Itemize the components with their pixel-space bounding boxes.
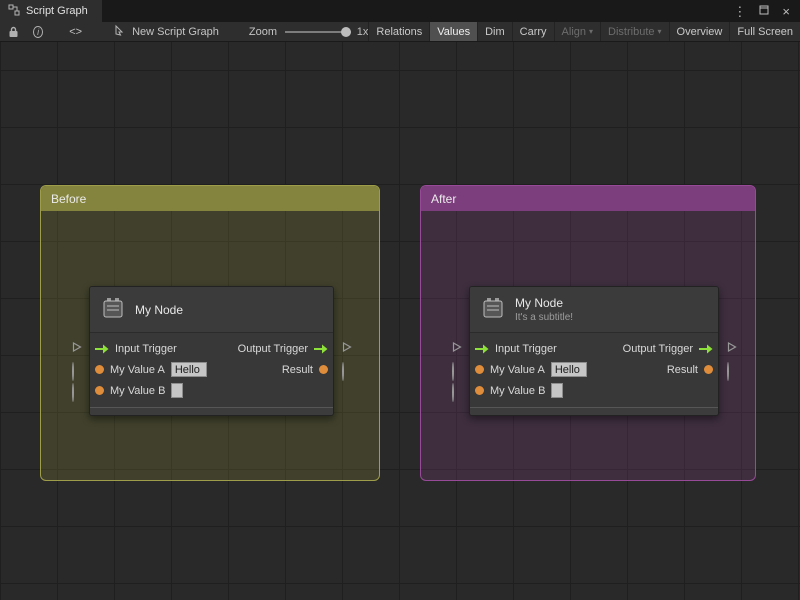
group-title: Before [51, 191, 87, 206]
tab-script-graph[interactable]: Script Graph [0, 0, 102, 22]
result-label: Result [281, 363, 313, 376]
input-trigger-port-icon[interactable] [95, 344, 109, 354]
value-b-label: My Value B [110, 384, 166, 397]
external-value-a-port[interactable] [72, 362, 82, 381]
external-result-port[interactable] [342, 362, 352, 381]
relations-button[interactable]: Relations [368, 22, 429, 41]
output-trigger-port-icon[interactable] [699, 344, 713, 354]
zoom-slider-knob[interactable] [340, 26, 351, 37]
external-output-trigger-port[interactable] [727, 342, 737, 352]
value-b-input[interactable] [551, 383, 564, 398]
value-b-label: My Value B [490, 384, 546, 397]
code-view-icon[interactable]: <> [69, 26, 82, 38]
info-icon[interactable]: i [33, 25, 44, 38]
result-port-icon[interactable] [319, 365, 328, 374]
group-after[interactable]: After My Node It's a subtitle! Input Tri… [420, 185, 756, 481]
tab-title: Script Graph [26, 5, 88, 17]
value-a-port-icon[interactable] [475, 365, 484, 374]
toolbar-buttons: Relations Values Dim Carry Align ▾ Distr… [368, 22, 800, 41]
output-trigger-label: Output Trigger [622, 342, 693, 355]
external-value-a-port[interactable] [452, 362, 462, 381]
graph-toolbar: i <> New Script Graph Zoom 1x Relations … [0, 22, 800, 42]
node-header[interactable]: My Node It's a subtitle! [470, 287, 718, 333]
output-trigger-port-icon[interactable] [314, 344, 328, 354]
graph-pointer-icon [114, 24, 126, 39]
value-a-label: My Value A [110, 363, 165, 376]
zoom-value: 1x [356, 25, 369, 38]
graph-selector[interactable]: New Script Graph [114, 24, 219, 39]
value-a-label: My Value A [490, 363, 545, 376]
result-label: Result [666, 363, 698, 376]
carry-button[interactable]: Carry [511, 22, 554, 41]
group-after-header[interactable]: After [421, 186, 755, 211]
graph-name-label: New Script Graph [132, 25, 219, 38]
close-icon[interactable]: × [782, 5, 790, 18]
overview-button[interactable]: Overview [668, 22, 730, 41]
group-before-header[interactable]: Before [41, 186, 379, 211]
external-input-trigger-port[interactable] [72, 342, 82, 352]
node-my-node-after[interactable]: My Node It's a subtitle! Input Trigger O… [469, 286, 719, 416]
chevron-down-icon: ▾ [657, 27, 662, 36]
value-a-input[interactable] [550, 362, 587, 377]
output-trigger-label: Output Trigger [237, 342, 308, 355]
value-b-port-icon[interactable] [95, 386, 104, 395]
align-dropdown[interactable]: Align ▾ [553, 22, 600, 41]
value-a-row: My Value A Result [470, 359, 718, 380]
node-my-node-before[interactable]: My Node Input Trigger Output Trigger My … [89, 286, 334, 416]
trigger-row: Input Trigger Output Trigger [470, 338, 718, 359]
dim-button[interactable]: Dim [477, 22, 512, 41]
value-a-row: My Value A Result [90, 359, 333, 380]
fullscreen-button[interactable]: Full Screen [729, 22, 800, 41]
input-trigger-label: Input Trigger [115, 342, 177, 355]
zoom-slider[interactable] [285, 26, 351, 38]
window-controls: ⋮ × [733, 0, 800, 22]
chevron-down-icon: ▾ [589, 27, 594, 36]
node-title: My Node [515, 296, 564, 310]
graph-tab-icon [8, 4, 20, 19]
lock-icon[interactable] [8, 26, 19, 38]
kebab-menu-icon[interactable]: ⋮ [733, 5, 746, 18]
trigger-row: Input Trigger Output Trigger [90, 338, 333, 359]
node-header[interactable]: My Node [90, 287, 333, 333]
external-output-trigger-port[interactable] [342, 342, 352, 352]
external-result-port[interactable] [727, 362, 737, 381]
value-a-input[interactable] [170, 362, 207, 377]
unit-icon [100, 295, 126, 324]
result-port-icon[interactable] [704, 365, 713, 374]
distribute-dropdown[interactable]: Distribute ▾ [600, 22, 668, 41]
node-subtitle: It's a subtitle! [515, 312, 574, 323]
graph-canvas[interactable]: Before My Node Input Trigger Output Trig… [0, 42, 800, 600]
value-b-row: My Value B [90, 380, 333, 401]
values-button[interactable]: Values [429, 22, 478, 41]
value-b-port-icon[interactable] [475, 386, 484, 395]
value-b-input[interactable] [171, 383, 184, 398]
value-a-port-icon[interactable] [95, 365, 104, 374]
node-footer [470, 407, 718, 415]
group-title: After [431, 191, 457, 206]
external-input-trigger-port[interactable] [452, 342, 462, 352]
node-title: My Node [135, 302, 184, 317]
external-value-b-port[interactable] [72, 383, 82, 402]
maximize-icon[interactable] [759, 2, 769, 20]
input-trigger-label: Input Trigger [495, 342, 557, 355]
value-b-row: My Value B [470, 380, 718, 401]
window-tab-bar: Script Graph ⋮ × [0, 0, 800, 22]
unit-icon [480, 295, 506, 324]
group-before[interactable]: Before My Node Input Trigger Output Trig… [40, 185, 380, 481]
input-trigger-port-icon[interactable] [475, 344, 489, 354]
zoom-label: Zoom [248, 25, 278, 38]
node-footer [90, 407, 333, 415]
external-value-b-port[interactable] [452, 383, 462, 402]
